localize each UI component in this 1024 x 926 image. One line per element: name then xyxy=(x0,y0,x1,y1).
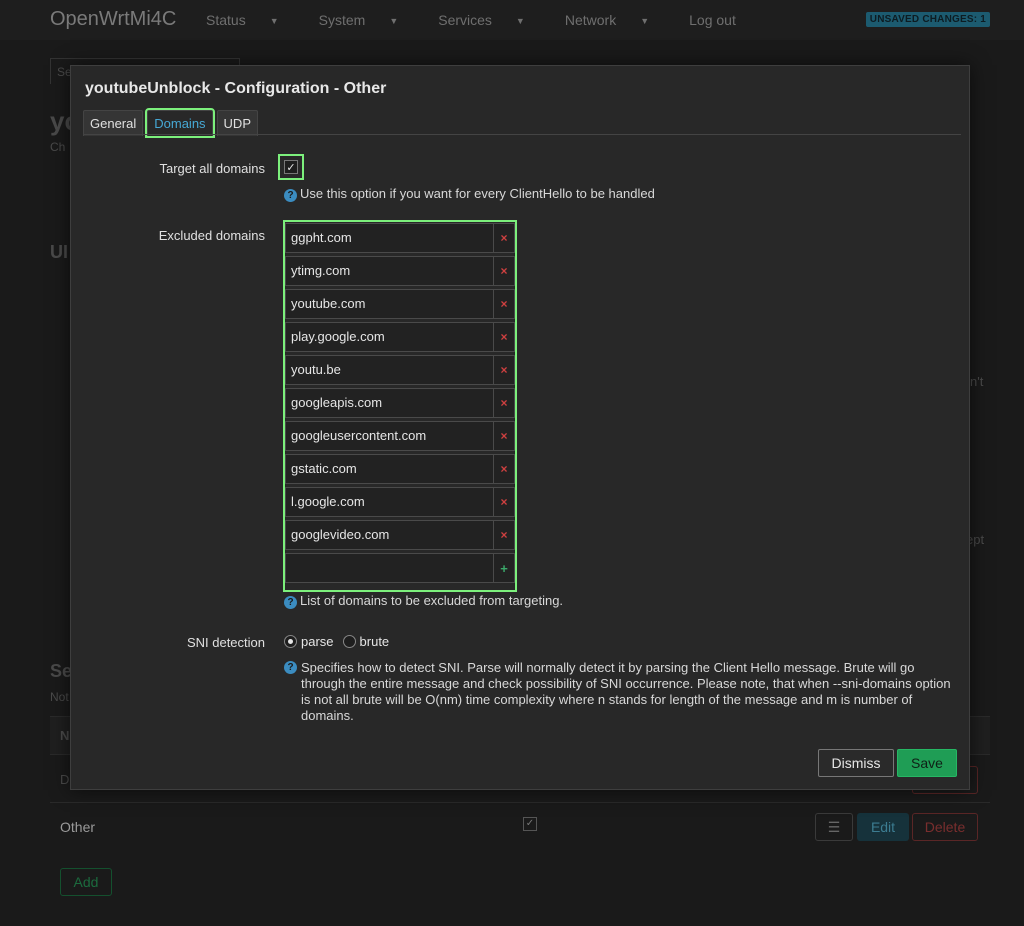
top-navbar: OpenWrtMi4C Status ▼ System ▼ Services ▼ Ne… xyxy=(0,0,1024,40)
excluded-domains-label: Excluded domains xyxy=(158,228,265,243)
remove-icon[interactable]: × xyxy=(493,289,515,319)
bg-row-other-checkbox-icon: ✓ xyxy=(523,817,537,831)
remove-icon[interactable]: × xyxy=(493,355,515,385)
radio-brute[interactable] xyxy=(342,635,356,648)
radio-parse-label[interactable]: parse xyxy=(301,634,334,649)
bg-row-other-name: Other xyxy=(60,819,96,835)
nav-status[interactable]: Status ▼ xyxy=(206,12,299,28)
target-all-checkbox[interactable]: ✓ xyxy=(284,160,298,174)
new-domain-input[interactable] xyxy=(285,553,493,583)
sni-detection-label: SNI detection xyxy=(186,635,265,650)
main-nav: Status ▼ System ▼ Services ▼ Network ▼ Log o… xyxy=(206,12,756,28)
help-icon: ? xyxy=(284,189,297,202)
domain-input[interactable]: googleapis.com xyxy=(285,388,493,418)
caret-down-icon: ▼ xyxy=(389,16,399,26)
config-modal: youtubeUnblock - Configuration - Other G… xyxy=(70,65,970,790)
domain-row: ytimg.com × xyxy=(285,256,515,286)
domain-input[interactable]: youtu.be xyxy=(285,355,493,385)
remove-icon[interactable]: × xyxy=(493,487,515,517)
domain-row: ggpht.com × xyxy=(285,223,515,253)
bg-section2-title: Se xyxy=(50,661,73,681)
excluded-domains-help-text: List of domains to be excluded from targ… xyxy=(300,593,564,608)
nav-system[interactable]: System ▼ xyxy=(319,12,419,28)
tab-divider xyxy=(83,134,961,135)
remove-icon[interactable]: × xyxy=(493,454,515,484)
domain-row: youtube.com × xyxy=(285,289,515,319)
caret-down-icon: ▼ xyxy=(640,16,650,26)
excluded-domains-list: ggpht.com × ytimg.com × youtube.com × pl… xyxy=(283,220,517,592)
domain-input[interactable]: l.google.com xyxy=(285,487,493,517)
target-all-label: Target all domains xyxy=(159,161,266,176)
tab-domains[interactable]: Domains xyxy=(145,108,215,138)
nav-logout[interactable]: Log out xyxy=(689,12,736,28)
domain-row: play.google.com × xyxy=(285,322,515,352)
remove-icon[interactable]: × xyxy=(493,520,515,550)
bg-row-other-delete-button[interactable]: Delete xyxy=(912,813,978,841)
remove-icon[interactable]: × xyxy=(493,322,515,352)
remove-icon[interactable]: × xyxy=(493,256,515,286)
domain-row: youtu.be × xyxy=(285,355,515,385)
domain-input[interactable]: googleusercontent.com xyxy=(285,421,493,451)
domain-input[interactable]: ytimg.com xyxy=(285,256,493,286)
bg-side-text-1: n't xyxy=(970,374,984,389)
tab-udp[interactable]: UDP xyxy=(216,110,258,136)
caret-down-icon: ▼ xyxy=(269,16,279,26)
modal-tabs: General Domains UDP xyxy=(83,108,262,138)
remove-icon[interactable]: × xyxy=(493,223,515,253)
unsaved-changes-badge[interactable]: UNSAVED CHANGES: 1 xyxy=(865,12,990,27)
nav-network-label: Network xyxy=(564,12,617,28)
sni-detection-radios: parse brute xyxy=(284,634,398,649)
domain-input[interactable]: gstatic.com xyxy=(285,454,493,484)
new-domain-row: + xyxy=(285,553,515,583)
caret-down-icon: ▼ xyxy=(515,16,525,26)
domain-input[interactable]: googlevideo.com xyxy=(285,520,493,550)
radio-parse[interactable] xyxy=(284,635,297,648)
sni-detection-help: ? Specifies how to detect SNI. Parse wil… xyxy=(284,660,954,724)
brand-logo[interactable]: OpenWrtMi4C xyxy=(50,8,176,31)
nav-system-label: System xyxy=(318,12,366,28)
target-all-checkbox-highlight: ✓ xyxy=(278,154,304,180)
bg-col-name: N xyxy=(60,728,70,743)
radio-brute-label[interactable]: brute xyxy=(360,634,390,649)
domain-input[interactable]: ggpht.com xyxy=(285,223,493,253)
save-button[interactable]: Save xyxy=(897,749,957,777)
nav-network[interactable]: Network ▼ xyxy=(565,12,669,28)
sni-detection-help-text: Specifies how to detect SNI. Parse will … xyxy=(301,660,951,723)
help-icon: ? xyxy=(284,661,297,674)
nav-status-label: Status xyxy=(206,12,246,28)
dismiss-button[interactable]: Dismiss xyxy=(818,749,894,777)
nav-services-label: Services xyxy=(438,12,492,28)
radio-selected-dot xyxy=(288,639,293,644)
target-all-help-text: Use this option if you want for every Cl… xyxy=(300,186,655,201)
domain-row: googlevideo.com × xyxy=(285,520,515,550)
bg-section2-note: Not xyxy=(50,690,69,704)
add-icon[interactable]: + xyxy=(493,553,515,583)
tab-general[interactable]: General xyxy=(83,110,144,136)
domain-row: googleapis.com × xyxy=(285,388,515,418)
modal-title: youtubeUnblock - Configuration - Other xyxy=(85,80,387,97)
bg-page-subtitle: Ch xyxy=(50,140,66,154)
target-all-help: ? Use this option if you want for every C… xyxy=(284,186,655,202)
domain-row: gstatic.com × xyxy=(285,454,515,484)
domain-input[interactable]: play.google.com xyxy=(285,322,493,352)
bg-section-title: UI xyxy=(50,242,68,262)
checkmark-icon: ✓ xyxy=(286,161,296,174)
remove-icon[interactable]: × xyxy=(493,421,515,451)
help-icon: ? xyxy=(284,596,297,609)
bg-row-other-menu-button[interactable]: ☰ xyxy=(815,813,853,841)
nav-services[interactable]: Services ▼ xyxy=(438,12,545,28)
excluded-domains-help: ? List of domains to be excluded from tar… xyxy=(284,593,563,609)
bg-add-button[interactable]: Add xyxy=(60,868,112,896)
domain-row: l.google.com × xyxy=(285,487,515,517)
bg-row-other-edit-button[interactable]: Edit xyxy=(857,813,909,841)
domain-row: googleusercontent.com × xyxy=(285,421,515,451)
bg-row-1-name: D xyxy=(60,772,70,787)
remove-icon[interactable]: × xyxy=(493,388,515,418)
domain-input[interactable]: youtube.com xyxy=(285,289,493,319)
